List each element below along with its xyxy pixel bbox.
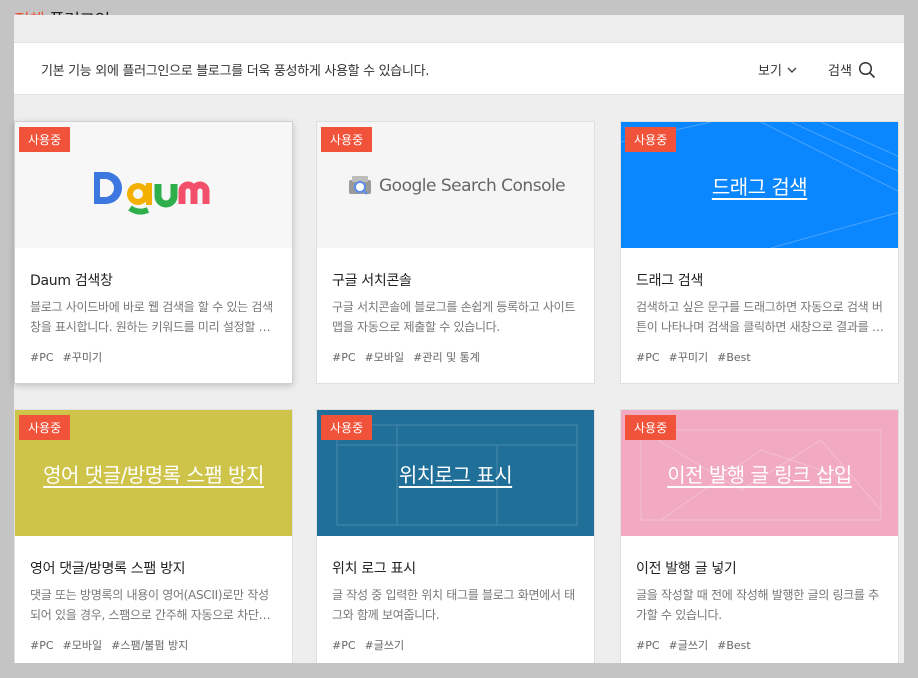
tag: #PC — [636, 639, 660, 652]
plugin-tags: #PC #꾸미기 #Best — [636, 349, 760, 365]
plugin-title: 구글 서치콘솔 — [332, 273, 412, 289]
plugin-card-drag-search[interactable]: 드래그 검색 사용중 드래그 검색 검색하고 싶은 문구를 드래그하면 자동으로… — [620, 121, 899, 384]
plugin-desc: 블로그 사이드바에 바로 웹 검색을 할 수 있는 검색창을 표시합니다. 원하… — [30, 300, 273, 334]
tag: #모바일 — [62, 639, 103, 652]
plugin-card-google-search-console[interactable]: Google Search Console 사용중 구글 서치콘솔 구글 서치콘… — [316, 121, 595, 384]
plugin-tags: #PC #글쓰기 #Best — [636, 637, 760, 653]
plugin-desc: 구글 서치콘솔에 블로그를 손쉽게 등록하고 사이트맵을 자동으로 제출할 수 … — [332, 300, 576, 334]
plugin-title: 위치 로그 표시 — [332, 561, 416, 577]
plugin-card-daum[interactable]: 사용중 Daum 검색창 블로그 사이드바에 바로 웹 검색을 할 수 있는 검… — [14, 121, 293, 384]
search-button[interactable]: 검색 — [828, 60, 876, 79]
plugin-title: Daum 검색창 — [30, 273, 113, 289]
plugin-tags: #PC #모바일 #관리 및 통계 — [332, 349, 489, 365]
view-dropdown-button[interactable]: 보기 — [758, 60, 798, 79]
plugin-desc: 글을 작성할 때 전에 작성해 발행한 글의 링크를 추가할 수 있습니다. — [636, 588, 879, 622]
plugin-tags: #PC #모바일 #스팸/불펌 방지 — [30, 637, 197, 653]
plugin-card-english-spam-block[interactable]: 영어 댓글/방명록 스팸 방지 사용중 영어 댓글/방명록 스팸 방지 댓글 또… — [14, 409, 293, 672]
in-use-badge: 사용중 — [625, 127, 677, 152]
google-search-console-icon — [349, 176, 371, 195]
view-label: 보기 — [758, 64, 782, 79]
plugin-tags: #PC #글쓰기 — [332, 637, 413, 653]
plugin-desc: 글 작성 중 입력한 위치 태그를 블로그 화면에서 태그와 함께 보여줍니다. — [332, 588, 575, 622]
chevron-down-icon — [787, 67, 797, 73]
search-icon — [858, 61, 875, 78]
tag: #PC — [332, 351, 356, 364]
plugin-tags: #PC #꾸미기 — [30, 349, 111, 365]
tag: #PC — [30, 351, 54, 364]
plugin-title: 이전 발행 글 넣기 — [636, 561, 737, 577]
tag: #꾸미기 — [62, 351, 103, 364]
search-label: 검색 — [828, 64, 852, 79]
plugin-card-previous-post-link[interactable]: 이전 발행 글 링크 삽입 사용중 이전 발행 글 넣기 글을 작성할 때 전에… — [620, 409, 899, 672]
bottom-edge — [14, 663, 904, 678]
in-use-badge: 사용중 — [19, 415, 71, 440]
tag: #PC — [636, 351, 660, 364]
plugin-desc: 댓글 또는 방명록의 내용이 영어(ASCII)로만 작성되어 있을 경우, 스… — [30, 588, 270, 622]
tag: #스팸/불펌 방지 — [111, 639, 189, 652]
tag: #PC — [332, 639, 356, 652]
tag: #Best — [717, 639, 751, 652]
google-search-console-logo: Google Search Console — [379, 176, 566, 196]
tag: #글쓰기 — [364, 639, 405, 652]
tag: #Best — [717, 351, 751, 364]
plugin-title: 드래그 검색 — [636, 273, 704, 289]
tag: #글쓰기 — [668, 639, 709, 652]
plugin-description: 기본 기능 외에 플러그인으로 블로그를 더욱 풍성하게 사용할 수 있습니다. — [41, 64, 430, 79]
tag: #관리 및 통계 — [413, 351, 480, 364]
in-use-badge: 사용중 — [19, 127, 71, 152]
in-use-badge: 사용중 — [321, 127, 373, 152]
plugin-desc: 검색하고 싶은 문구를 드래그하면 자동으로 검색 버튼이 나타나며 검색을 클… — [636, 300, 883, 334]
tag: #PC — [30, 639, 54, 652]
plugin-panel: 기본 기능 외에 플러그인으로 블로그를 더욱 풍성하게 사용할 수 있습니다.… — [14, 15, 904, 678]
tag: #꾸미기 — [668, 351, 709, 364]
plugin-title: 영어 댓글/방명록 스팸 방지 — [30, 561, 186, 577]
in-use-badge: 사용중 — [625, 415, 677, 440]
in-use-badge: 사용중 — [321, 415, 373, 440]
plugin-toolbar: 기본 기능 외에 플러그인으로 블로그를 더욱 풍성하게 사용할 수 있습니다.… — [14, 42, 904, 95]
tag: #모바일 — [364, 351, 405, 364]
plugin-card-location-log[interactable]: 위치로그 표시 사용중 위치 로그 표시 글 작성 중 입력한 위치 태그를 블… — [316, 409, 595, 672]
